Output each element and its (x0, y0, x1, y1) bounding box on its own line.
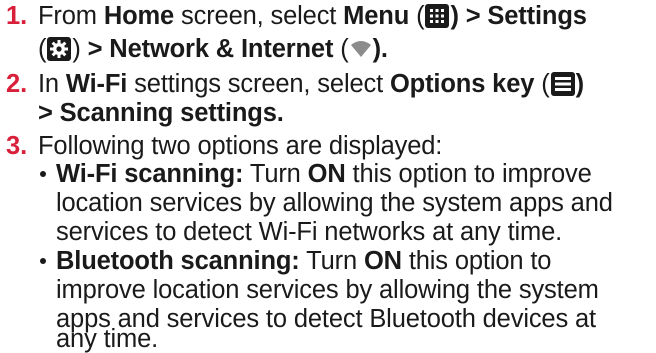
step-2-line-2: > Scanning settings. (38, 99, 284, 127)
step-1-line-1: From Home screen, select Menu () > Setti… (38, 2, 587, 30)
bluetooth-scanning-label: Bluetooth scanning: (56, 247, 300, 275)
wifi-scanning-line-1: Wi-Fi scanning: Turn ON this option to i… (56, 160, 592, 188)
settings-label: ) > Settings (450, 2, 587, 30)
wifi-scanning-label: Wi-Fi scanning: (56, 160, 244, 188)
gear-icon (47, 37, 72, 61)
home-label: Home (103, 2, 175, 30)
bluetooth-scanning-line-4: any time. (56, 325, 159, 353)
grid-menu-icon (425, 4, 450, 28)
step-number-3: 3. (6, 132, 28, 160)
wifi-label: Wi-Fi (65, 70, 128, 98)
options-key-icon (550, 72, 575, 96)
step-number-1: 1. (6, 2, 28, 30)
step-number-2: 2. (6, 70, 28, 98)
instruction-document: 1. From Home screen, select Menu () > Se… (0, 0, 656, 353)
bluetooth-scanning-line-2: improve location services by allowing th… (56, 276, 599, 304)
bullet-icon (40, 258, 46, 264)
options-key-label: Options key (389, 70, 535, 98)
step-3-line-1: Following two options are displayed: (38, 132, 443, 160)
wifi-scanning-line-2: location services by allowing the system… (56, 189, 613, 217)
wifi-scanning-line-3: services to detect Wi-Fi networks at any… (56, 218, 563, 246)
bluetooth-scanning-line-1: Bluetooth scanning: Turn ON this option … (56, 247, 552, 275)
network-internet-label: > Network & Internet (87, 35, 334, 63)
step-2-line-1: In Wi-Fi settings screen, select Options… (38, 70, 584, 98)
menu-label: Menu (343, 2, 410, 30)
bullet-icon (40, 171, 46, 177)
step-1-line-2: () > Network & Internet (). (38, 35, 388, 63)
scanning-settings-label: > Scanning settings. (38, 99, 284, 127)
wifi-icon (350, 37, 372, 61)
